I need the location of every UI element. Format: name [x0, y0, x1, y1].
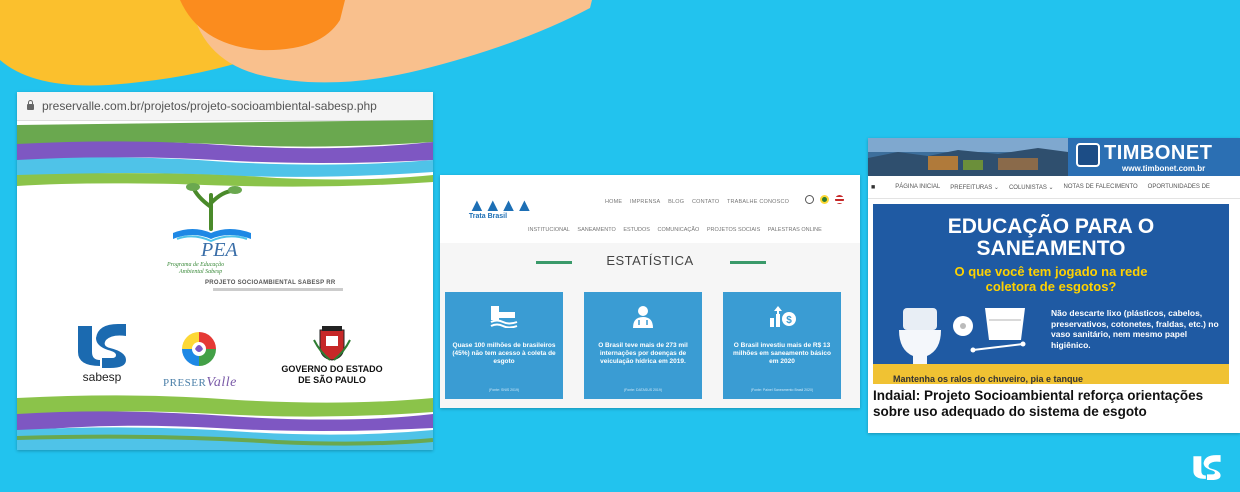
- brazil-flag-icon[interactable]: [820, 195, 829, 204]
- nav-prefeituras[interactable]: PREFEITURAS ⌄: [950, 184, 999, 191]
- article-banner[interactable]: EDUCAÇÃO PARA O SANEAMENTO O que você te…: [873, 204, 1229, 384]
- city-photo-banner: [868, 138, 1068, 176]
- nav-palestras-online[interactable]: PALESTRAS ONLINE: [768, 227, 822, 233]
- sabesp-wordmark: sabesp: [82, 370, 122, 384]
- sabesp-corner-logo-icon: [1193, 455, 1221, 481]
- stat-card: O Brasil teve mais de 273 mil internaçõe…: [584, 292, 702, 399]
- usa-flag-icon[interactable]: [835, 195, 844, 204]
- site-header: ▲▲▲▲ Trata Brasil HOME IMPRENSA BLOG CON…: [440, 175, 860, 243]
- project-subtitle-bar: [213, 288, 343, 291]
- money-growth-icon: $: [770, 306, 796, 327]
- pea-subtitle-2: Ambiental Sabesp: [179, 269, 223, 275]
- section-title: ESTATÍSTICA: [606, 253, 694, 268]
- sao-paulo-government-logo: GOVERNO DO ESTADO DE SÃO PAULO: [267, 324, 397, 399]
- nav-pagina-inicial[interactable]: PÁGINA INICIAL: [895, 184, 940, 190]
- nav-comunicacao[interactable]: COMUNICAÇÃO: [657, 227, 699, 233]
- timbonet-screenshot: TIMBONET www.timbonet.com.br ■ PÁGINA IN…: [868, 138, 1240, 433]
- brand-name: Trata Brasil: [468, 213, 508, 220]
- trata-brasil-screenshot: ▲▲▲▲ Trata Brasil HOME IMPRENSA BLOG CON…: [440, 175, 860, 408]
- svg-text:$: $: [786, 315, 792, 326]
- trata-brasil-logo[interactable]: ▲▲▲▲ Trata Brasil: [468, 195, 533, 237]
- timbonet-logo-icon: [1076, 143, 1100, 167]
- stat-card: Quase 100 milhões de brasileiros (45%) n…: [445, 292, 563, 399]
- toilet-waste-illustration: [899, 308, 1026, 366]
- sabesp-mark-icon: [78, 324, 126, 368]
- globe-ribbon-icon: [182, 332, 216, 366]
- stat-text: O Brasil teve mais de 273 mil internaçõe…: [598, 342, 688, 365]
- main-nav: INSTITUCIONAL SANEAMENTO ESTUDOS COMUNIC…: [528, 227, 828, 233]
- nav-imprensa[interactable]: IMPRENSA: [630, 199, 660, 205]
- brush-stroke-bottom: [17, 395, 433, 450]
- banner-subtitle: O que você tem jogado na rede coletora d…: [954, 264, 1148, 294]
- top-nav: HOME IMPRENSA BLOG CONTATO TRABALHE CONO…: [605, 199, 795, 205]
- address-bar[interactable]: preservalle.com.br/projetos/projeto-soci…: [17, 92, 433, 121]
- nav-oportunidades[interactable]: OPORTUNIDADES DE: [1148, 184, 1210, 190]
- sabesp-logo: sabesp: [67, 322, 137, 392]
- nav-institucional[interactable]: INSTITUCIONAL: [528, 227, 570, 233]
- header-icons: [805, 195, 844, 204]
- banner-title: EDUCAÇÃO PARA O SANEAMENTO: [947, 215, 1155, 260]
- coat-of-arms-icon: [313, 326, 351, 361]
- site-url: www.timbonet.com.br: [1122, 164, 1206, 173]
- home-icon[interactable]: ■: [871, 184, 875, 191]
- nav-home[interactable]: HOME: [605, 199, 622, 205]
- search-icon[interactable]: [805, 195, 814, 204]
- stat-source: (Fonte: SNIS 2019): [488, 388, 520, 392]
- decorative-blobs: [0, 0, 592, 86]
- url-text: preservalle.com.br/projetos/projeto-soci…: [42, 99, 377, 113]
- preservalle-screenshot: preservalle.com.br/projetos/projeto-soci…: [17, 92, 433, 450]
- nav-saneamento[interactable]: SANEAMENTO: [577, 227, 615, 233]
- doctor-icon: [633, 306, 653, 328]
- preservalle-logo: PRESERValle: [157, 327, 247, 397]
- site-name[interactable]: TIMBONET: [1104, 142, 1212, 165]
- stat-text: Quase 100 milhões de brasileiros (45%) n…: [452, 342, 556, 365]
- pea-subtitle-1: Programa de Educação: [167, 262, 225, 268]
- nav-blog[interactable]: BLOG: [668, 199, 684, 205]
- stat-source: (Fonte: DATASUS 2019): [624, 388, 662, 392]
- timbonet-nav: ■ PÁGINA INICIAL PREFEITURAS ⌄ COLUNISTA…: [868, 176, 1240, 199]
- nav-notas-falecimento[interactable]: NOTAS DE FALECIMENTO: [1064, 184, 1138, 190]
- nav-colunistas[interactable]: COLUNISTAS ⌄: [1009, 184, 1054, 191]
- stat-text: O Brasil investiu mais de R$ 13 milhões …: [733, 342, 831, 365]
- title-decor-right: [730, 261, 766, 264]
- banner-cut-text: Mantenha os ralos do chuveiro, pia e tan…: [893, 374, 1084, 384]
- lock-icon: [27, 100, 34, 110]
- pea-acronym: PEA: [201, 239, 238, 261]
- nav-projetos-sociais[interactable]: PROJETOS SOCIAIS: [707, 227, 760, 233]
- slide: preservalle.com.br/projetos/projeto-soci…: [0, 0, 1240, 492]
- stat-card: $ O Brasil investiu mais de R$ 13 milhõe…: [723, 292, 841, 399]
- project-title: PROJETO SOCIOAMBIENTAL SABESP RR: [205, 280, 336, 286]
- sewer-pipe-icon: [490, 306, 518, 328]
- government-text: GOVERNO DO ESTADO DE SÃO PAULO: [281, 364, 383, 385]
- people-icon: ▲▲▲▲: [468, 195, 533, 215]
- preservalle-wordmark: PRESERValle: [163, 375, 237, 390]
- nav-contato[interactable]: CONTATO: [692, 199, 719, 205]
- timbonet-header: TIMBONET www.timbonet.com.br: [868, 138, 1240, 176]
- banner-tips: Não descarte lixo (plásticos, cabelos, p…: [1051, 308, 1219, 350]
- article-headline[interactable]: Indaial: Projeto Socioambiental reforça …: [873, 388, 1233, 420]
- stat-source: (Fonte: Painel Saneamento Brasil 2020): [750, 388, 814, 392]
- nav-estudos[interactable]: ESTUDOS: [623, 227, 650, 233]
- nav-trabalhe-conosco[interactable]: TRABALHE CONOSCO: [727, 199, 789, 205]
